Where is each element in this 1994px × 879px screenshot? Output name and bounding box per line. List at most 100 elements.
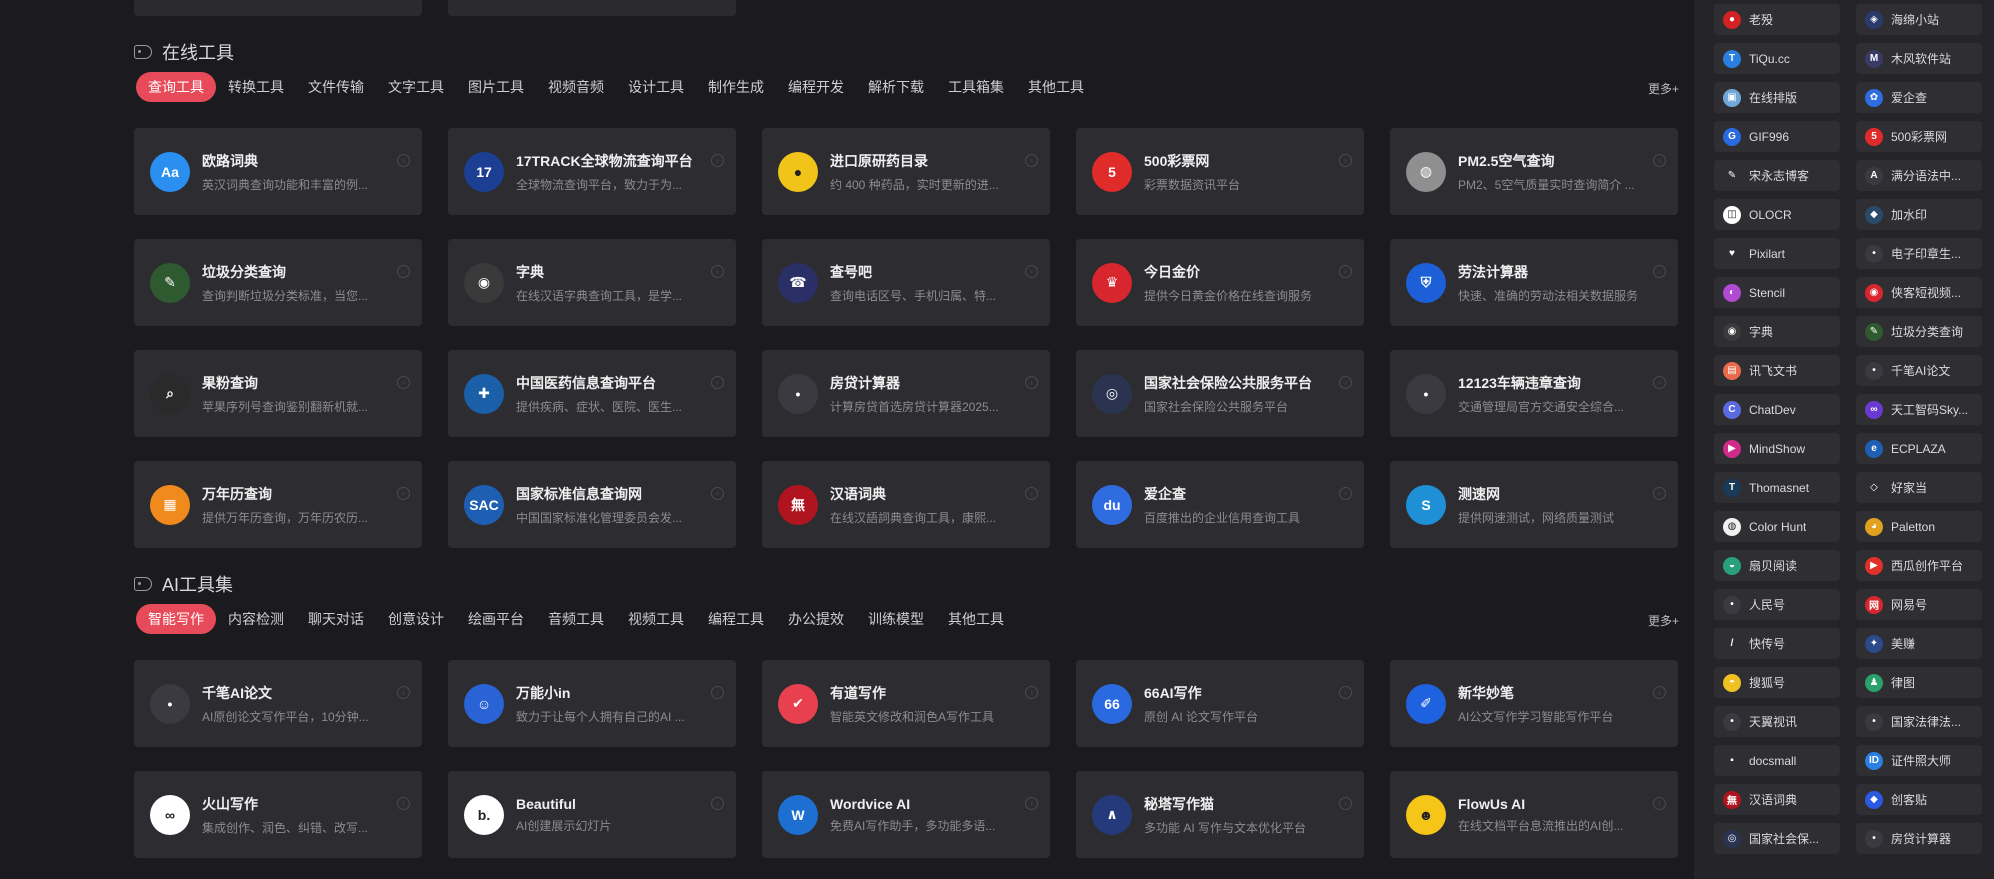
arrow-right-icon[interactable]: › — [711, 686, 724, 699]
arrow-right-icon[interactable]: › — [711, 487, 724, 500]
sidebar-link[interactable]: 5 500彩票网 — [1856, 121, 1982, 152]
arrow-right-icon[interactable]: › — [711, 797, 724, 810]
tool-card[interactable]: 17 17TRACK全球物流查询平台 全球物流查询平台，致力于为... › — [448, 128, 736, 215]
sidebar-link[interactable]: • 人民号 — [1714, 589, 1840, 620]
sidebar-link[interactable]: ◈ 海绵小站 — [1856, 4, 1982, 35]
arrow-right-icon[interactable]: › — [397, 797, 410, 810]
sidebar-link[interactable]: ♥ Pixilart — [1714, 238, 1840, 269]
sidebar-link[interactable]: ◫ OLOCR — [1714, 199, 1840, 230]
sidebar-link[interactable]: • 房贷计算器 — [1856, 823, 1982, 854]
arrow-right-icon[interactable]: › — [1653, 797, 1666, 810]
arrow-right-icon[interactable]: › — [711, 376, 724, 389]
tool-card[interactable]: ▦ 万年历查询 提供万年历查询，万年历农历... › — [134, 461, 422, 548]
tab-1[interactable]: 转换工具 — [216, 72, 296, 102]
arrow-right-icon[interactable]: › — [1025, 265, 1038, 278]
tool-card[interactable]: ⛨ 劳法计算器 快速、准确的劳动法相关数据服务 › — [1390, 239, 1678, 326]
sidebar-link[interactable]: • 千笔AI论文 — [1856, 355, 1982, 386]
tab-3[interactable]: 创意设计 — [376, 604, 456, 634]
arrow-right-icon[interactable]: › — [397, 376, 410, 389]
sidebar-link[interactable]: 無汉语词典 — [1714, 784, 1840, 815]
tool-card[interactable]: • 12123车辆违章查询 交通管理局官方交通安全综合... › — [1390, 350, 1678, 437]
tool-card[interactable]: ♛ 今日金价 提供今日黄金价格在线查询服务 › — [1076, 239, 1364, 326]
sidebar-link[interactable]: ▤ 讯飞文书 — [1714, 355, 1840, 386]
tab-9[interactable]: 训练模型 — [856, 604, 936, 634]
arrow-right-icon[interactable]: › — [1653, 487, 1666, 500]
arrow-right-icon[interactable]: › — [1025, 154, 1038, 167]
tool-card[interactable]: ◍ PM2.5空气查询 PM2、5空气质量实时查询简介 ... › — [1390, 128, 1678, 215]
tab-2[interactable]: 聊天对话 — [296, 604, 376, 634]
sidebar-link[interactable]: ◎ 国家社会保... — [1714, 823, 1840, 854]
arrow-right-icon[interactable]: › — [1339, 265, 1352, 278]
sidebar-link[interactable]: ∞ 天工智码Sky... — [1856, 394, 1982, 425]
arrow-right-icon[interactable]: › — [711, 154, 724, 167]
tab-7[interactable]: 制作生成 — [696, 72, 776, 102]
arrow-right-icon[interactable]: › — [711, 265, 724, 278]
sidebar-link[interactable]: ✎ 垃圾分类查询 — [1856, 316, 1982, 347]
tool-card[interactable]: 無汉语词典 在线汉語詞典查询工具，康熙... › — [762, 461, 1050, 548]
sidebar-link[interactable]: e ECPLAZA — [1856, 433, 1982, 464]
arrow-right-icon[interactable]: › — [1653, 376, 1666, 389]
sidebar-link[interactable]: • 国家法律法... — [1856, 706, 1982, 737]
arrow-right-icon[interactable]: › — [1025, 797, 1038, 810]
tool-card[interactable]: S 测速网 提供网速测试，网络质量测试 › — [1390, 461, 1678, 548]
sidebar-link[interactable]: ▶ MindShow — [1714, 433, 1840, 464]
tool-card[interactable]: Aa 欧路词典 英汉词典查询功能和丰富的例... › — [134, 128, 422, 215]
arrow-right-icon[interactable]: › — [397, 686, 410, 699]
arrow-right-icon[interactable]: › — [1653, 265, 1666, 278]
sidebar-link[interactable]: ▪ docsmall — [1714, 745, 1840, 776]
sidebar-link[interactable]: ● 老殁 — [1714, 4, 1840, 35]
tab-4[interactable]: 图片工具 — [456, 72, 536, 102]
tab-0[interactable]: 智能写作 — [136, 604, 216, 634]
sidebar-link[interactable]: ◍ Color Hunt — [1714, 511, 1840, 542]
tool-card[interactable]: ∞ 火山写作 集成创作、润色、纠错、改写... › — [134, 771, 422, 858]
sidebar-link[interactable]: ◆ 创客贴 — [1856, 784, 1982, 815]
sidebar-link[interactable]: ID 证件照大师 — [1856, 745, 1982, 776]
sidebar-link[interactable]: ◕ Paletton — [1856, 511, 1982, 542]
tab-5[interactable]: 音频工具 — [536, 604, 616, 634]
arrow-right-icon[interactable]: › — [1653, 154, 1666, 167]
sidebar-link[interactable]: ◓ 搜狐号 — [1714, 667, 1840, 698]
arrow-right-icon[interactable]: › — [1339, 376, 1352, 389]
sidebar-link[interactable]: C ChatDev — [1714, 394, 1840, 425]
sidebar-link[interactable]: G GIF996 — [1714, 121, 1840, 152]
sidebar-link[interactable]: T Thomasnet — [1714, 472, 1840, 503]
tool-card[interactable]: ☻ FlowUs AI 在线文档平台息流推出的AI创... › — [1390, 771, 1678, 858]
sidebar-link[interactable]: ◒ 扇贝阅读 — [1714, 550, 1840, 581]
tab-6[interactable]: 设计工具 — [616, 72, 696, 102]
sidebar-link[interactable]: ◐ Stencil — [1714, 277, 1840, 308]
tab-7[interactable]: 编程工具 — [696, 604, 776, 634]
sidebar-link[interactable]: ▶ 西瓜创作平台 — [1856, 550, 1982, 581]
sidebar-link[interactable]: T TiQu.cc — [1714, 43, 1840, 74]
sidebar-link[interactable]: M 木风软件站 — [1856, 43, 1982, 74]
ai-tools-more-link[interactable]: 更多+ — [1648, 612, 1679, 629]
tool-card[interactable]: ● 进口原研药目录约 400 种药品，实时更新的进... › — [762, 128, 1050, 215]
tab-6[interactable]: 视频工具 — [616, 604, 696, 634]
tab-10[interactable]: 工具箱集 — [936, 72, 1016, 102]
arrow-right-icon[interactable]: › — [1339, 686, 1352, 699]
tab-2[interactable]: 文件传输 — [296, 72, 376, 102]
online-tools-more-link[interactable]: 更多+ — [1648, 80, 1679, 97]
tab-8[interactable]: 办公提效 — [776, 604, 856, 634]
tab-1[interactable]: 内容检测 — [216, 604, 296, 634]
sidebar-link[interactable]: ✎ 宋永志博客 — [1714, 160, 1840, 191]
arrow-right-icon[interactable]: › — [1339, 797, 1352, 810]
tab-9[interactable]: 解析下载 — [856, 72, 936, 102]
tool-card[interactable]: 5 500彩票网 彩票数据资讯平台 › — [1076, 128, 1364, 215]
sidebar-link[interactable]: ▣ 在线排版 — [1714, 82, 1840, 113]
tab-5[interactable]: 视频音频 — [536, 72, 616, 102]
arrow-right-icon[interactable]: › — [397, 265, 410, 278]
arrow-right-icon[interactable]: › — [1339, 154, 1352, 167]
tool-card[interactable]: • 房贷计算器 计算房贷首选房贷计算器2025... › — [762, 350, 1050, 437]
arrow-right-icon[interactable]: › — [1025, 686, 1038, 699]
tab-11[interactable]: 其他工具 — [1016, 72, 1096, 102]
sidebar-link[interactable]: ✿ 爱企查 — [1856, 82, 1982, 113]
arrow-right-icon[interactable]: › — [397, 154, 410, 167]
tool-card[interactable]: du 爱企查 百度推出的企业信用查询工具 › — [1076, 461, 1364, 548]
tool-card[interactable]: W Wordvice AI 免费AI写作助手，多功能多语... › — [762, 771, 1050, 858]
tool-card[interactable]: ∧ 秘塔写作猫 多功能 AI 写作与文本优化平台 › — [1076, 771, 1364, 858]
tool-card[interactable]: ✚ 中国医药信息查询平台 提供疾病、症状、医院、医生... › — [448, 350, 736, 437]
tool-card[interactable]: ⌕ 果粉查询 苹果序列号查询鉴别翻新机就... › — [134, 350, 422, 437]
sidebar-link[interactable]: ◉ 侠客短视频... — [1856, 277, 1982, 308]
tab-4[interactable]: 绘画平台 — [456, 604, 536, 634]
sidebar-link[interactable]: A 满分语法中... — [1856, 160, 1982, 191]
